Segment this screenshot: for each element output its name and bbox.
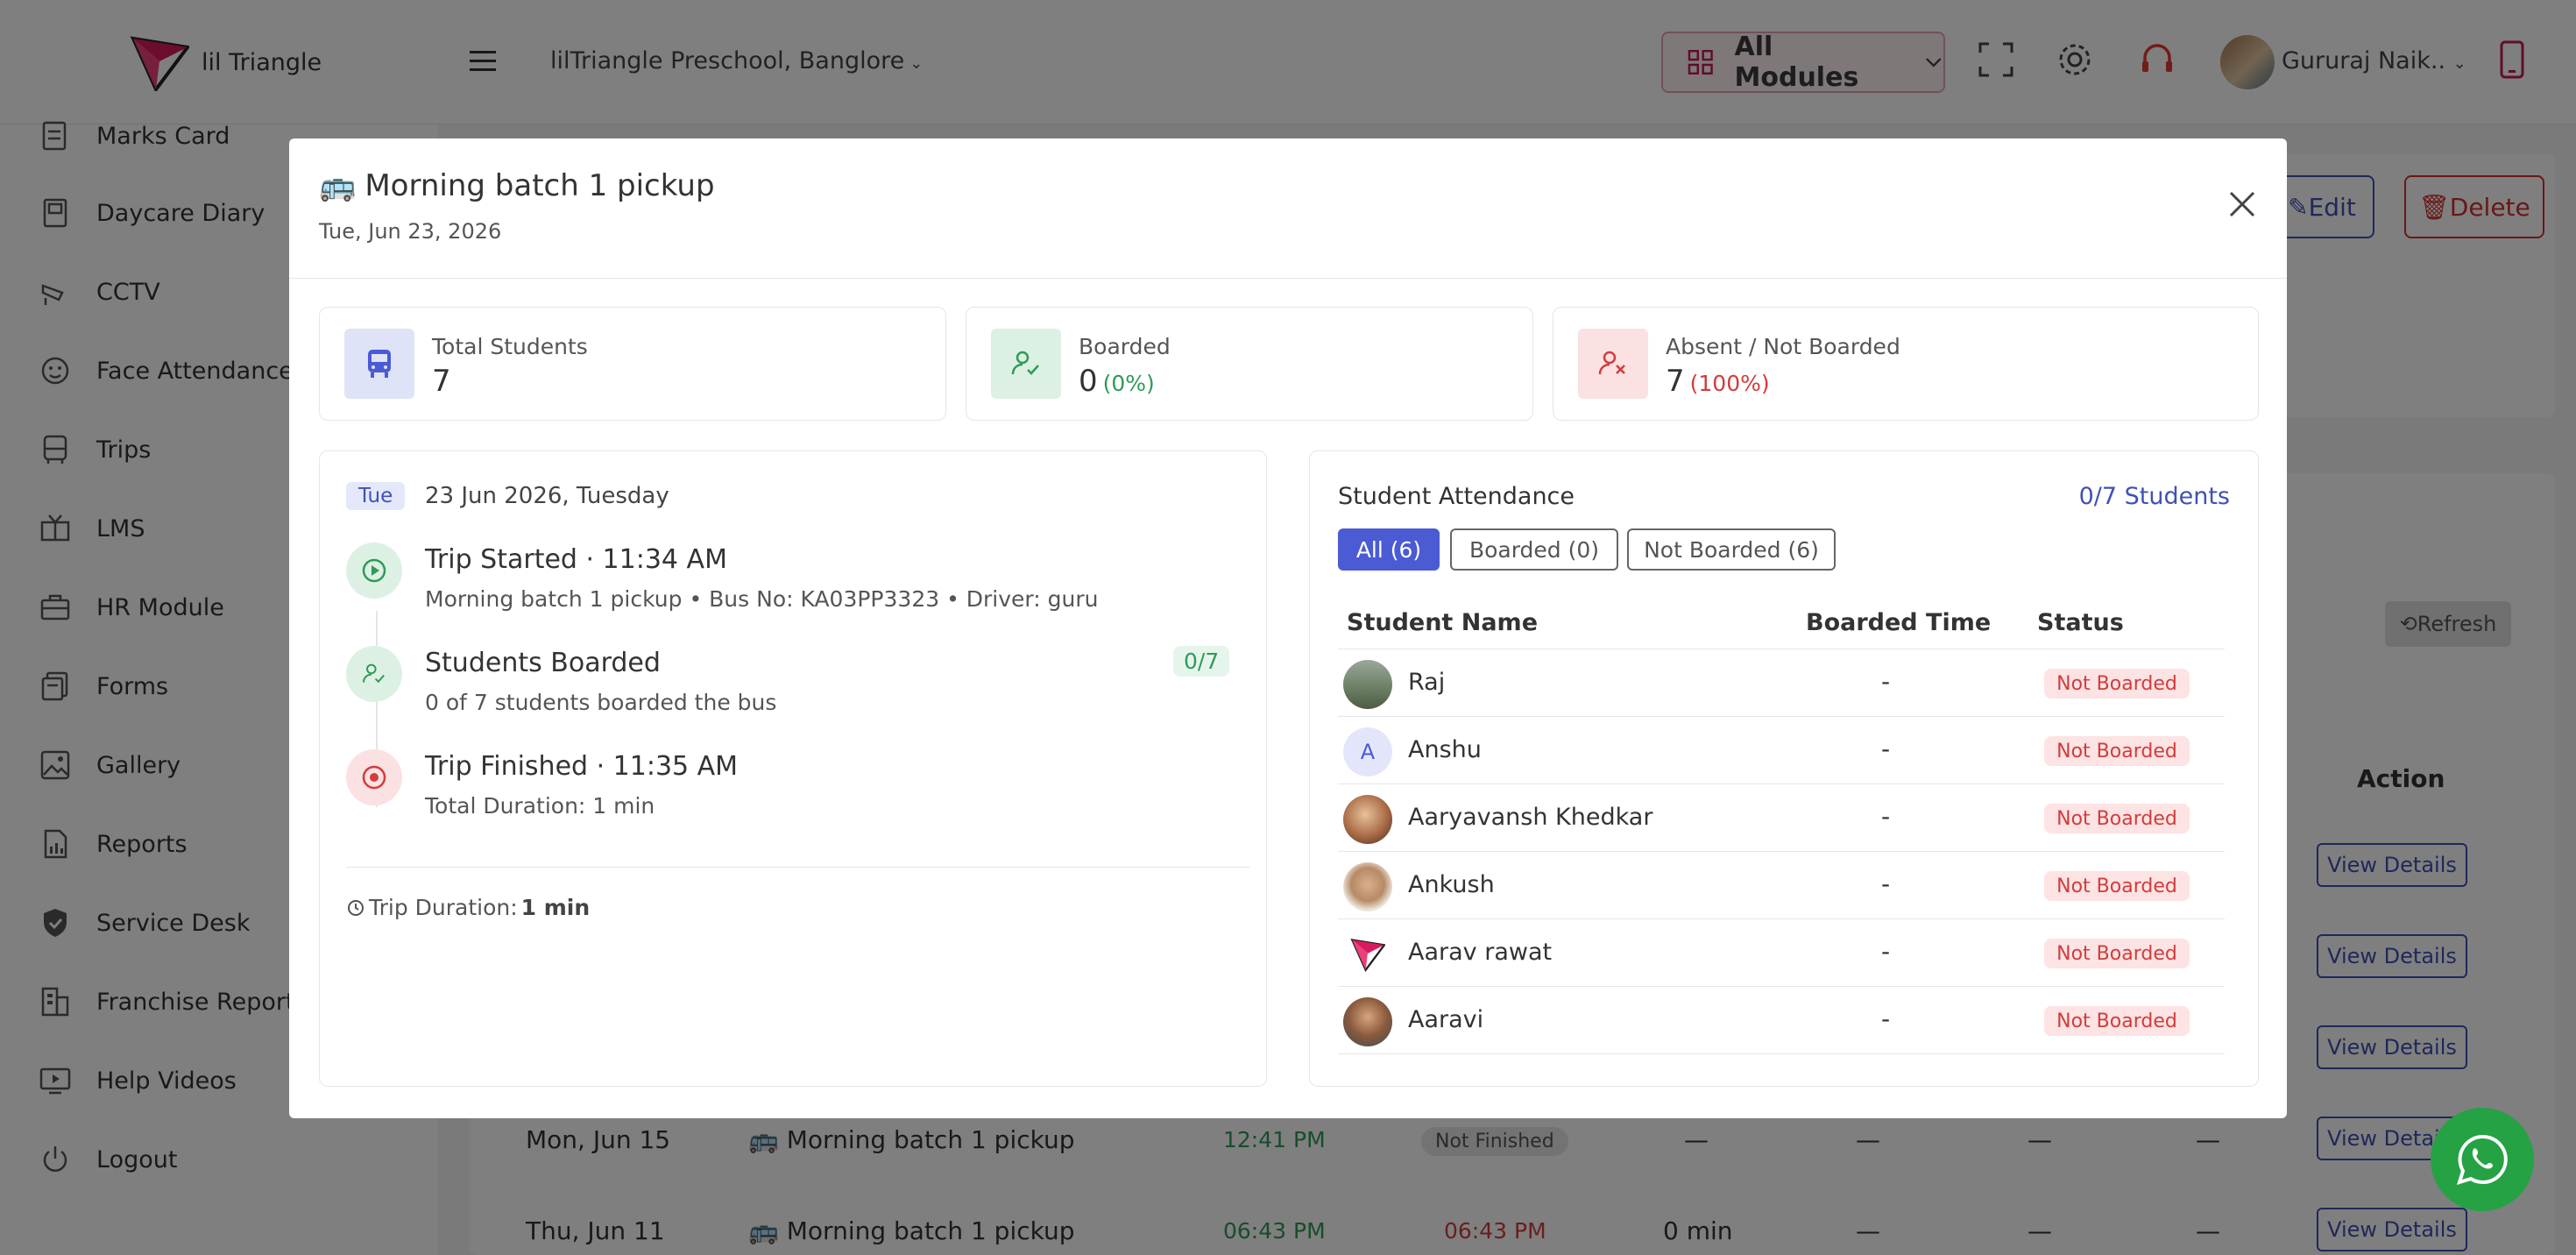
bus-emoji-icon: 🚌 <box>319 168 357 203</box>
student-name: Aaravi <box>1408 1006 1484 1033</box>
status-badge: Not Boarded <box>2044 871 2190 901</box>
trip-detail-modal: 🚌 Morning batch 1 pickup Tue, Jun 23, 20… <box>289 138 2287 1118</box>
student-avatar: A <box>1343 727 1392 776</box>
filter-boarded[interactable]: Boarded (0) <box>1450 528 1618 571</box>
stat-bus-icon <box>344 329 414 399</box>
table-row: Raj - Not Boarded <box>1338 649 2225 717</box>
students-boarded-details: 0 of 7 students boarded the bus <box>425 690 777 715</box>
stat-value: 7 (100%) <box>1666 364 1770 399</box>
trip-started-title: Trip Started · 11:34 AM <box>425 544 727 575</box>
stat-value: 0 (0%) <box>1079 364 1155 399</box>
status-badge: Not Boarded <box>2044 1006 2190 1036</box>
status-badge: Not Boarded <box>2044 669 2190 698</box>
stat-label: Boarded <box>1079 334 1171 359</box>
stat-number: 7 <box>1666 364 1685 399</box>
user-check-icon <box>991 329 1061 399</box>
boarded-time: - <box>1881 734 1891 763</box>
trip-finished-title: Trip Finished · 11:35 AM <box>425 751 739 782</box>
student-name: Aarav rawat <box>1408 939 1553 966</box>
attendance-title: Student Attendance <box>1338 483 1575 510</box>
lil-triangle-logo-icon <box>1350 939 1385 972</box>
trip-timeline-panel: Tue 23 Jun 2026, Tuesday Trip Started · … <box>319 450 1267 1087</box>
stat-percent: (0%) <box>1102 371 1155 396</box>
boarded-time: - <box>1881 937 1891 966</box>
student-name: Ankush <box>1408 871 1495 898</box>
boarded-time: - <box>1881 667 1891 696</box>
column-status: Status <box>2037 609 2124 636</box>
trip-duration: Trip Duration: 1 min <box>346 895 590 920</box>
modal-title-text: Morning batch 1 pickup <box>364 168 715 203</box>
stat-boarded: Boarded 0 (0%) <box>966 307 1533 421</box>
whatsapp-icon <box>2456 1134 2508 1186</box>
stat-number: 0 <box>1079 364 1098 399</box>
student-avatar <box>1343 795 1392 844</box>
boarded-time: - <box>1881 1004 1891 1033</box>
stat-percent: (100%) <box>1689 371 1770 396</box>
modal-header: 🚌 Morning batch 1 pickup Tue, Jun 23, 20… <box>289 138 2287 279</box>
boarded-time: - <box>1881 869 1891 898</box>
student-name: Aaryavansh Khedkar <box>1408 804 1653 831</box>
table-row: Ankush - Not Boarded <box>1338 852 2225 919</box>
boarded-time: - <box>1881 802 1891 831</box>
stat-label: Total Students <box>432 334 588 359</box>
close-icon[interactable] <box>2227 189 2257 219</box>
status-badge: Not Boarded <box>2044 939 2190 968</box>
column-student-name: Student Name <box>1347 609 1539 636</box>
filter-all[interactable]: All (6) <box>1338 528 1440 571</box>
trip-started-details: Morning batch 1 pickup • Bus No: KA03PP3… <box>425 586 1099 612</box>
stat-total-students: Total Students 7 <box>319 307 946 421</box>
column-boarded-time: Boarded Time <box>1806 609 1992 636</box>
students-boarded-title: Students Boarded <box>425 648 661 678</box>
duration-value: 1 min <box>520 895 591 920</box>
trip-finished-details: Total Duration: 1 min <box>425 793 655 819</box>
student-name: Raj <box>1408 669 1446 696</box>
student-name: Anshu <box>1408 736 1482 763</box>
status-badge: Not Boarded <box>2044 736 2190 766</box>
table-row: Aarav rawat - Not Boarded <box>1338 919 2225 987</box>
modal-date: Tue, Jun 23, 2026 <box>319 219 502 244</box>
student-avatar <box>1343 660 1392 709</box>
student-avatar <box>1343 930 1392 979</box>
user-x-icon <box>1578 329 1648 399</box>
duration-label: Trip Duration: <box>369 895 518 920</box>
attendance-count: 0/7 Students <box>2078 483 2230 510</box>
filter-not-boarded[interactable]: Not Boarded (6) <box>1627 528 1836 571</box>
status-badge: Not Boarded <box>2044 804 2190 833</box>
table-row: A Anshu - Not Boarded <box>1338 717 2225 784</box>
student-avatar <box>1343 997 1392 1046</box>
stat-absent: Absent / Not Boarded 7 (100%) <box>1553 307 2259 421</box>
clock-icon <box>348 899 364 916</box>
play-icon <box>346 542 402 599</box>
student-attendance-panel: Student Attendance 0/7 Students All (6) … <box>1309 450 2259 1087</box>
stat-label: Absent / Not Boarded <box>1666 334 1900 359</box>
table-row: Aaravi - Not Boarded <box>1338 987 2225 1054</box>
day-badge: Tue <box>346 482 406 510</box>
whatsapp-chat-button[interactable] <box>2431 1108 2534 1211</box>
divider <box>346 867 1250 868</box>
stat-value: 7 <box>432 364 451 399</box>
timeline-date: 23 Jun 2026, Tuesday <box>425 483 669 509</box>
table-row: Aaryavansh Khedkar - Not Boarded <box>1338 784 2225 852</box>
stop-icon <box>346 749 402 805</box>
boarded-count-badge: 0/7 <box>1173 646 1230 677</box>
student-avatar <box>1343 862 1392 911</box>
user-check-icon <box>346 646 402 702</box>
modal-title: 🚌 Morning batch 1 pickup <box>319 168 715 203</box>
